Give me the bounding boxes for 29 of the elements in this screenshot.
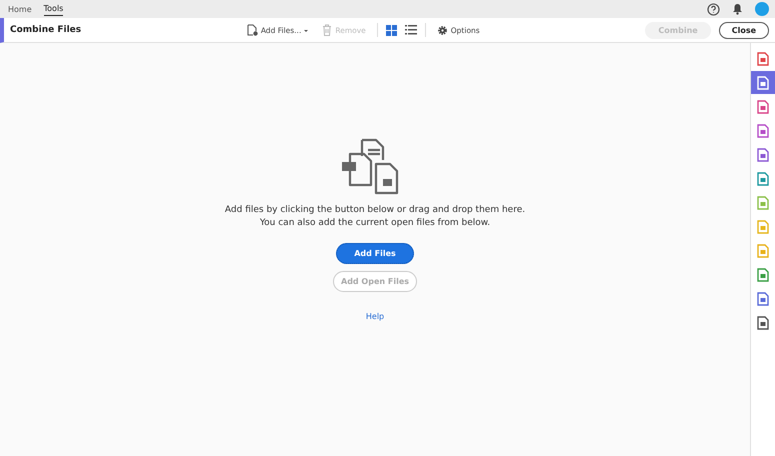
tool-icon [756,76,770,90]
tool-title: Combine Files [10,25,82,35]
close-button[interactable]: Close [718,22,769,38]
tool-icon [756,172,770,186]
tool-icon [756,292,770,306]
add-files-button[interactable]: Add Files [336,243,414,264]
instruction-text: Add files by clicking the button below or drag and drop them here. [224,204,526,217]
trash-icon [322,24,332,36]
help-icon[interactable] [707,2,720,16]
tool-icon [756,196,770,210]
tool-icon [756,100,770,114]
tool-icon [756,220,770,234]
top-tab[interactable]: Home [8,2,32,16]
grid-view-icon[interactable] [386,24,397,36]
file-add-icon [246,24,258,36]
tool-icon [756,268,770,282]
instruction-text: You can also add the current open files from below. [260,217,490,230]
top-tab[interactable]: Tools [44,2,64,16]
tool-icon [756,244,770,258]
tool-icon [756,52,770,66]
tool-icon [756,148,770,162]
tool-icon [756,316,770,330]
gear-icon [436,24,448,36]
tool-icon [756,124,770,138]
bell-icon[interactable] [732,3,743,15]
tool-shortcut[interactable] [751,71,775,94]
list-view-icon[interactable] [404,25,417,35]
help-link[interactable]: Help [366,312,384,321]
avatar-icon[interactable] [755,2,769,16]
